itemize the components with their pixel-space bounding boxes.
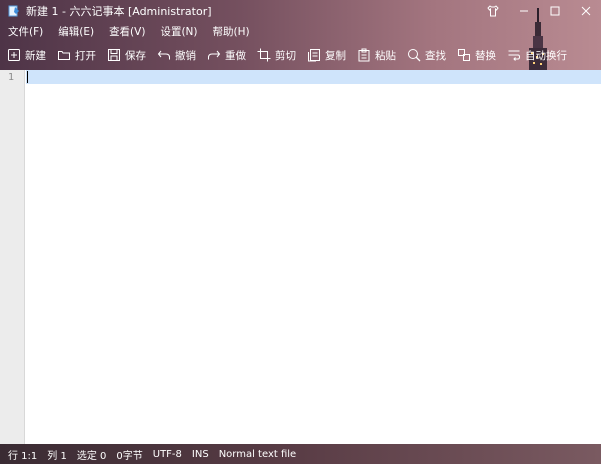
word-wrap-button[interactable]: 自动换行: [507, 48, 567, 63]
cut-label: 剪切: [275, 49, 296, 62]
menu-view[interactable]: 查看(V): [109, 24, 145, 39]
maximize-icon: [550, 6, 559, 16]
replace-button[interactable]: 替换: [457, 48, 496, 63]
menu-settings[interactable]: 设置(N): [160, 24, 197, 39]
open-label: 打开: [75, 49, 96, 62]
status-encoding[interactable]: UTF-8: [153, 449, 182, 460]
word-wrap-icon: [508, 50, 521, 61]
search-icon: [408, 49, 421, 62]
undo-label: 撤销: [175, 49, 196, 62]
new-button[interactable]: 新建: [7, 48, 46, 63]
cut-button[interactable]: 剪切: [257, 48, 296, 63]
status-bar: 行 1:1 列 1 选定 0 0字节 UTF-8 INS Normal text…: [0, 444, 601, 464]
word-wrap-label: 自动换行: [525, 49, 567, 62]
status-row: 行 1:1: [8, 450, 38, 462]
copy-icon: [308, 49, 320, 62]
window-controls: [477, 0, 601, 22]
save-icon: [108, 49, 120, 61]
minimize-icon: [519, 10, 528, 12]
minimize-button[interactable]: [508, 0, 539, 22]
window-title: 新建 1 - 六六记事本 [Administrator]: [26, 5, 212, 18]
line-number: 1: [8, 72, 15, 83]
open-button[interactable]: 打开: [57, 48, 96, 63]
status-insert-mode[interactable]: INS: [192, 449, 209, 460]
menu-help[interactable]: 帮助(H): [213, 24, 250, 39]
paste-icon: [358, 48, 370, 62]
crop-icon: [257, 48, 271, 62]
redo-button[interactable]: 重做: [207, 48, 246, 63]
paste-button[interactable]: 粘贴: [357, 48, 396, 63]
save-label: 保存: [125, 49, 146, 62]
notepad-app-icon: [8, 5, 19, 17]
replace-label: 替换: [475, 49, 496, 62]
copy-button[interactable]: 复制: [307, 48, 346, 63]
menu-edit[interactable]: 编辑(E): [58, 24, 94, 39]
shirt-icon: [486, 5, 499, 17]
find-label: 查找: [425, 49, 446, 62]
line-number-gutter: 1: [0, 70, 25, 444]
status-bytes: 0字节: [116, 450, 143, 462]
status-selection: 选定 0: [76, 450, 107, 462]
paste-label: 粘贴: [375, 49, 396, 62]
copy-label: 复制: [325, 49, 346, 62]
folder-open-icon: [58, 51, 70, 60]
save-button[interactable]: 保存: [107, 48, 146, 63]
menu-bar: 文件(F) 编辑(E) 查看(V) 设置(N) 帮助(H): [0, 22, 265, 40]
maximize-button[interactable]: [539, 0, 570, 22]
status-filetype[interactable]: Normal text file: [219, 449, 297, 460]
skin-button[interactable]: [477, 0, 508, 22]
status-col: 列 1: [47, 450, 67, 462]
redo-icon: [208, 50, 221, 60]
close-icon: [581, 6, 590, 16]
close-button[interactable]: [570, 0, 601, 22]
new-file-icon: [8, 49, 20, 61]
undo-button[interactable]: 撤销: [157, 48, 196, 63]
toolbar: 新建 打开 保存 撤销 重做 剪切 复制 粘贴 查找 替换 自动换行: [0, 43, 578, 67]
text-editor-area[interactable]: 1: [0, 70, 601, 444]
current-line-highlight: [26, 70, 601, 84]
undo-icon: [157, 50, 170, 60]
redo-label: 重做: [225, 49, 246, 62]
text-caret: [27, 71, 28, 83]
replace-icon: [458, 49, 470, 61]
find-button[interactable]: 查找: [407, 48, 446, 63]
new-label: 新建: [25, 49, 46, 62]
title-bar: 新建 1 - 六六记事本 [Administrator]: [0, 0, 601, 22]
notepad-window: 新建 1 - 六六记事本 [Administrator] 文件(F) 编辑(E)…: [0, 0, 601, 464]
menu-file[interactable]: 文件(F): [8, 24, 43, 39]
